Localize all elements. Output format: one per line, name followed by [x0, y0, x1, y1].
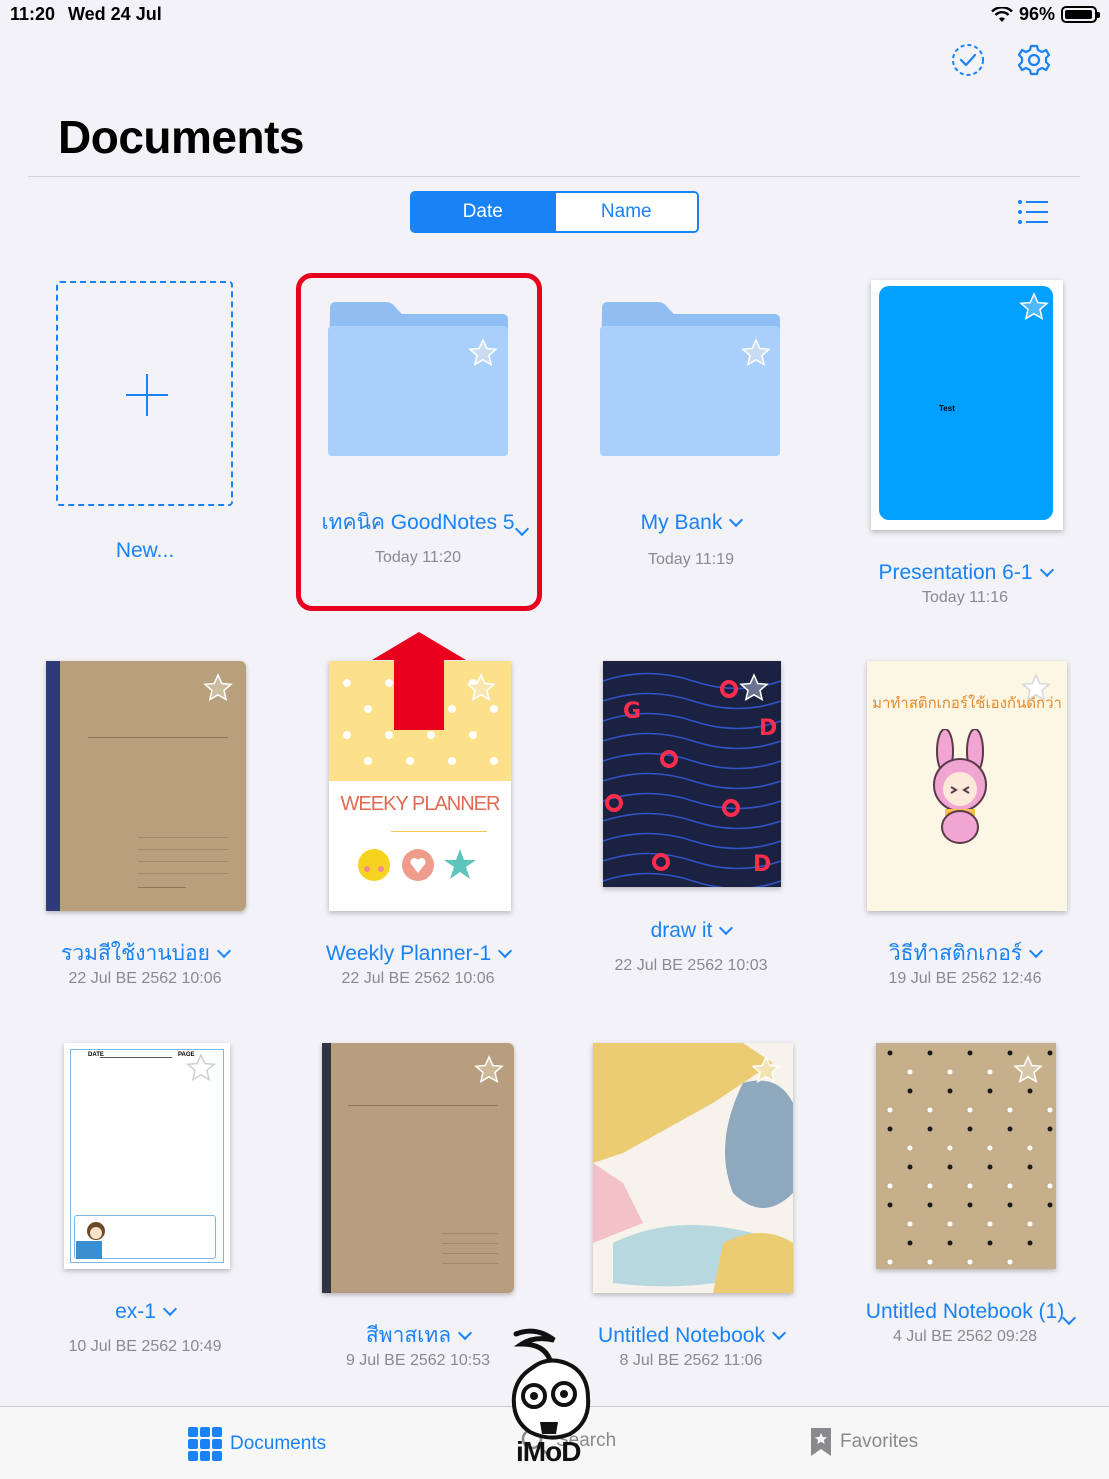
tab-favorites[interactable]: Favorites	[810, 1427, 918, 1457]
arrow-up-annotation	[372, 632, 466, 730]
item-name[interactable]: draw it	[566, 918, 816, 943]
select-check-icon[interactable]	[950, 42, 986, 78]
wifi-icon	[991, 6, 1013, 22]
item-ex-1: ex-1 10 Jul BE 2562 10:49	[20, 1299, 270, 1356]
star-icon[interactable]	[1019, 292, 1049, 322]
list-view-icon[interactable]	[1016, 197, 1050, 227]
highlight-annotation	[296, 273, 542, 611]
item-date: 4 Jul BE 2562 09:28	[892, 1328, 1038, 1345]
item-date: 19 Jul BE 2562 12:46	[888, 970, 1042, 987]
star-icon[interactable]	[739, 673, 769, 703]
item-date: Today 11:19	[648, 551, 734, 568]
item-date: 22 Jul BE 2562 10:06	[341, 970, 495, 987]
svg-text:G: G	[623, 699, 641, 724]
item-name[interactable]: Untitled Notebook	[566, 1323, 816, 1348]
item-weekly-planner: Weekly Planner-1 22 Jul BE 2562 10:06	[293, 941, 543, 988]
star-icon[interactable]	[466, 673, 496, 703]
item-date: Today 11:16	[922, 589, 1008, 606]
status-date: Wed 24 Jul	[68, 4, 162, 24]
bunny-illustration	[933, 729, 987, 844]
item-sticker: วิธีทำสติกเกอร์ 19 Jul BE 2562 12:46	[840, 941, 1090, 988]
item-folder-mybank: My Bank Today 11:19	[566, 510, 816, 569]
sort-by-date[interactable]: Date	[412, 193, 554, 231]
item-name[interactable]: ex-1	[20, 1299, 270, 1324]
item-name[interactable]: Presentation 6-1	[840, 560, 1090, 585]
item-date: 22 Jul BE 2562 10:06	[68, 970, 222, 987]
star-icon[interactable]	[1013, 1055, 1043, 1085]
item-date: 10 Jul BE 2562 10:49	[68, 1338, 222, 1355]
star-icon[interactable]	[1021, 673, 1051, 703]
item-date: 22 Jul BE 2562 10:03	[614, 957, 768, 974]
svg-text:D: D	[753, 852, 771, 877]
battery-percent: 96%	[1018, 4, 1055, 24]
item-date: 8 Jul BE 2562 11:06	[619, 1352, 763, 1369]
battery-icon	[1061, 6, 1100, 23]
item-new: New...	[20, 538, 270, 563]
tab-favorites-label: Favorites	[840, 1431, 919, 1452]
sort-segmented-control: Date Name	[410, 191, 699, 233]
bookmark-star-icon	[811, 1428, 831, 1456]
page-title: Documents	[58, 111, 304, 163]
chevron-down-icon[interactable]	[1029, 943, 1044, 959]
star-icon[interactable]	[203, 673, 233, 703]
svg-text:D: D	[759, 716, 777, 741]
chevron-down-icon[interactable]	[162, 1301, 177, 1317]
star-icon[interactable]	[741, 338, 771, 368]
status-bar: 11:20 Wed 24 Jul 96%	[0, 0, 1109, 30]
watermark-text: iMoD	[516, 1436, 581, 1467]
chevron-down-icon[interactable]	[719, 920, 734, 936]
tab-documents[interactable]: Documents	[188, 1427, 326, 1461]
sort-by-name[interactable]: Name	[553, 193, 697, 231]
chevron-down-icon[interactable]	[458, 1325, 473, 1341]
status-indicators: 96%	[991, 4, 1100, 25]
item-name[interactable]: My Bank	[566, 510, 816, 535]
item-presentation: Presentation 6-1 Today 11:16	[840, 560, 1090, 607]
item-name[interactable]: Weekly Planner-1	[293, 941, 543, 966]
grid-icon	[188, 1427, 222, 1461]
item-name[interactable]: วิธีทำสติกเกอร์	[840, 941, 1090, 966]
tab-documents-label: Documents	[230, 1433, 327, 1454]
folder-icon[interactable]	[598, 300, 782, 460]
star-icon[interactable]	[474, 1055, 504, 1085]
item-name[interactable]: New...	[20, 538, 270, 563]
gear-icon[interactable]	[1016, 42, 1052, 78]
item-colors: รวมสีใช้งานบ่อย 22 Jul BE 2562 10:06	[20, 941, 270, 988]
chevron-down-icon[interactable]	[216, 943, 232, 959]
status-time: 11:20	[10, 4, 56, 24]
star-icon[interactable]	[186, 1053, 216, 1083]
item-untitled-notebook-1: Untitled Notebook (1) 4 Jul BE 2562 09:2…	[840, 1299, 1090, 1346]
title-divider	[28, 176, 1080, 177]
cover-text: WEEKY PLANNER	[340, 793, 501, 815]
item-name[interactable]: รวมสีใช้งานบ่อย	[20, 941, 270, 966]
chevron-down-icon[interactable]	[729, 512, 744, 528]
item-name[interactable]: Untitled Notebook (1)	[840, 1299, 1090, 1326]
star-icon[interactable]	[751, 1055, 781, 1085]
chevron-down-icon[interactable]	[1039, 562, 1054, 578]
item-draw-it: draw it 22 Jul BE 2562 10:03	[566, 918, 816, 975]
new-document-button[interactable]	[56, 281, 233, 506]
chevron-down-icon[interactable]	[498, 943, 513, 959]
item-untitled-notebook: Untitled Notebook 8 Jul BE 2562 11:06	[566, 1323, 816, 1370]
chevron-down-icon[interactable]	[771, 1325, 787, 1341]
cover-text: Test	[939, 404, 955, 413]
